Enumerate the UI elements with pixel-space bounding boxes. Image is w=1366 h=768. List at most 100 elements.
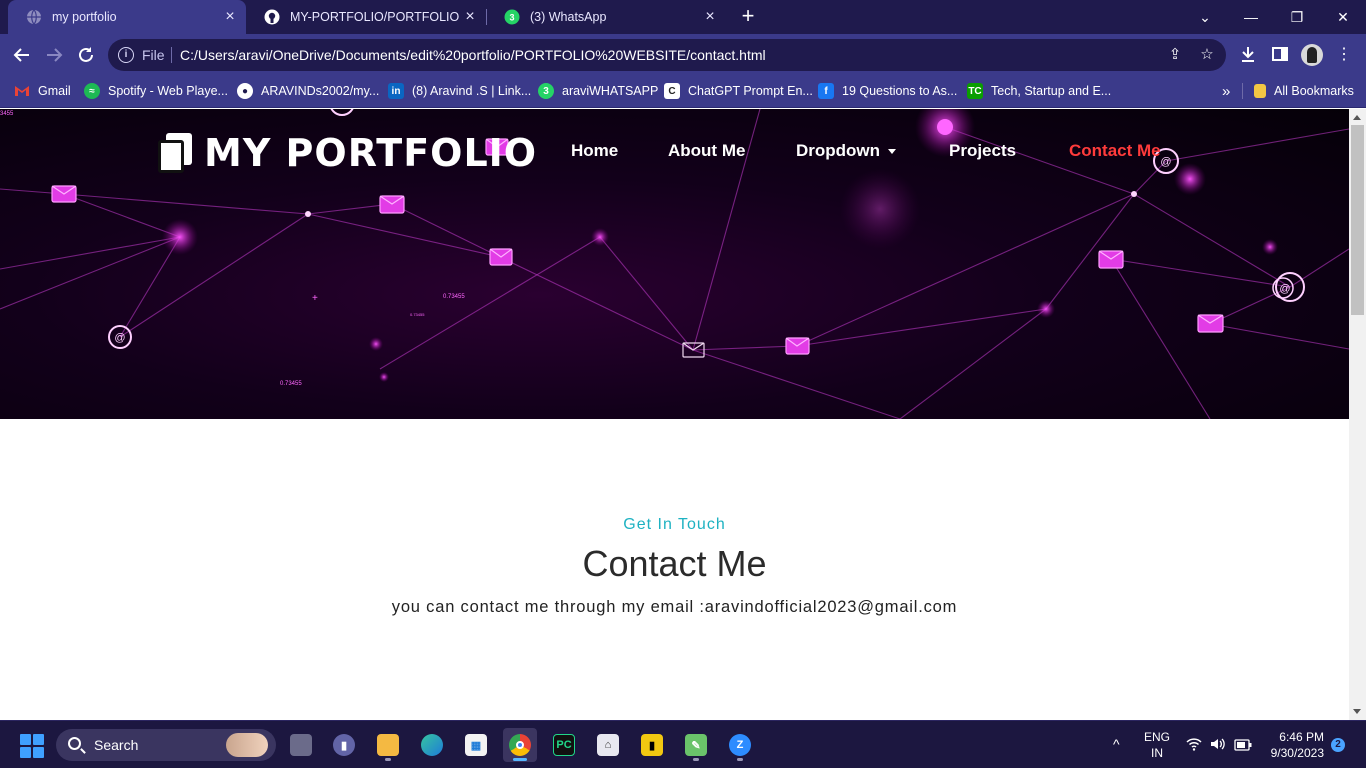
cleaner-app-icon[interactable]: ⌂ [591,728,625,762]
nav-about-me[interactable]: About Me [668,141,745,161]
new-tab-button[interactable]: + [738,5,758,27]
whatsapp-icon: 3 [504,9,520,25]
taskbar-search[interactable]: Search [56,729,276,761]
language-region: IN [1151,746,1163,760]
whatsapp-icon: 3 [538,83,554,99]
bookmark-linkedin[interactable]: in (8) Aravind .S | Link... [388,76,531,106]
all-bookmarks-label: All Bookmarks [1274,84,1354,98]
hero-label: 0.73455 [280,381,302,387]
bookmark-gmail[interactable]: Gmail [14,76,71,106]
side-panel-icon[interactable] [1270,45,1290,65]
scroll-thumb[interactable] [1351,125,1364,315]
svg-text:3: 3 [509,13,514,23]
tab-title: MY-PORTFOLIO/PORTFOLIO WE [290,10,460,24]
bookmark-techcrunch[interactable]: TC Tech, Startup and E... [967,76,1111,106]
techcrunch-icon: TC [967,83,983,99]
language-indicator[interactable]: ENG IN [1144,730,1170,760]
notification-badge[interactable]: 2 [1331,738,1345,752]
github-icon [264,9,280,25]
bookmark-label: ARAVINDs2002/my... [261,84,380,98]
chrome-icon[interactable] [503,728,537,762]
notepad-icon[interactable]: ✎ [679,728,713,762]
scroll-up-arrow-icon[interactable] [1353,115,1361,120]
omnibox-separator [171,47,172,63]
search-label: Search [94,737,139,753]
bookmark-github[interactable]: ● ARAVINDs2002/my... [237,76,379,106]
bookmark-spotify[interactable]: ≈ Spotify - Web Playe... [84,76,228,106]
bookmarks-overflow-button[interactable]: » [1222,76,1230,106]
volume-icon[interactable] [1210,737,1226,754]
microsoft-store-icon[interactable]: ▦ [459,728,493,762]
page-scrollbar[interactable] [1349,109,1366,720]
bookmark-star-icon[interactable]: ☆ [1198,46,1216,64]
github-icon: ● [237,83,253,99]
scroll-down-arrow-icon[interactable] [1353,709,1361,714]
site-info-icon[interactable]: i [118,47,134,63]
url-text[interactable]: C:/Users/aravi/OneDrive/Documents/edit%2… [180,47,766,63]
file-explorer-icon[interactable] [371,728,405,762]
bookmark-label: araviWHATSAPP [562,84,659,98]
close-tab-icon[interactable]: × [222,9,238,25]
more-menu-icon[interactable]: ⋮ [1334,45,1354,65]
close-tab-icon[interactable]: × [702,9,718,25]
all-bookmarks-button[interactable]: All Bookmarks [1254,76,1354,106]
caret-down-icon [888,149,897,155]
bookmark-facebook[interactable]: f 19 Questions to As... [818,76,957,106]
spotify-icon: ≈ [84,83,100,99]
plus-mark: + [312,293,318,304]
reload-icon[interactable] [74,43,98,67]
battery-icon[interactable] [1234,738,1252,754]
facebook-icon: f [818,83,834,99]
gmail-icon [14,83,30,99]
tab-strip: my portfolio × MY-PORTFOLIO/PORTFOLIO WE… [0,0,1366,34]
browser-toolbar: i File C:/Users/aravi/OneDrive/Documents… [0,34,1366,76]
bookmark-chatgpt[interactable]: C ChatGPT Prompt En... [664,76,813,106]
minimize-button[interactable]: — [1228,0,1274,34]
nav-projects[interactable]: Projects [949,141,1016,161]
close-window-button[interactable]: ✕ [1320,0,1366,34]
power-bi-icon[interactable]: ▮ [635,728,669,762]
forward-arrow-icon[interactable] [42,43,66,67]
pycharm-icon[interactable]: PC [547,728,581,762]
close-tab-icon[interactable]: × [462,9,478,25]
tab-title: (3) WhatsApp [530,10,607,24]
task-view-icon[interactable] [284,728,318,762]
edge-browser-icon[interactable] [415,728,449,762]
nav-dropdown[interactable]: Dropdown [796,141,897,161]
page-viewport: @ @ @ 0.73455 0.73455 0.73455 3455 + MY … [0,109,1349,720]
address-bar[interactable]: i File C:/Users/aravi/OneDrive/Documents… [108,39,1226,71]
windows-start-icon[interactable] [20,734,44,758]
profile-avatar[interactable] [1301,44,1323,66]
search-highlight-image [226,733,268,757]
share-icon[interactable]: ⇪ [1166,46,1184,64]
tab-github[interactable]: MY-PORTFOLIO/PORTFOLIO WE × [246,0,486,34]
restore-button[interactable]: ❐ [1274,0,1320,34]
bookmark-label: (8) Aravind .S | Link... [412,84,532,98]
os-taskbar: Search ▮ ▦ PC ⌂ ▮ ✎ Z ^ ENG IN 6:46 PM 9… [0,720,1366,768]
svg-text:@: @ [1279,283,1290,295]
tab-whatsapp[interactable]: 3 (3) WhatsApp × [486,0,726,34]
clock[interactable]: 6:46 PM 9/30/2023 [1268,730,1324,760]
section-eyebrow: Get In Touch [623,516,726,533]
scheme-label: File [142,47,165,63]
hero-label: 0.73455 [410,312,425,317]
nav-contact-me[interactable]: Contact Me [1069,141,1161,161]
clock-time: 6:46 PM [1279,730,1324,744]
chevron-up-icon[interactable]: ^ [1113,736,1120,752]
bookmark-separator [1242,76,1243,106]
teams-chat-icon[interactable]: ▮ [327,728,361,762]
wifi-icon[interactable] [1186,737,1202,754]
nav-home[interactable]: Home [571,141,618,161]
hero-banner: @ @ @ 0.73455 0.73455 0.73455 3455 + MY … [0,109,1349,419]
nav-dropdown-label: Dropdown [796,141,881,160]
zoom-icon[interactable]: Z [723,728,757,762]
contact-section: Get In Touch Contact Me you can contact … [0,419,1349,720]
back-arrow-icon[interactable] [10,43,34,67]
bookmark-whatsapp[interactable]: 3 araviWHATSAPP [538,76,658,106]
tab-my-portfolio[interactable]: my portfolio × [8,0,246,34]
download-icon[interactable] [1238,45,1258,65]
clock-date: 9/30/2023 [1270,746,1324,760]
tab-title: my portfolio [52,10,117,24]
language-code: ENG [1144,730,1171,744]
tab-search-icon[interactable]: ⌄ [1182,0,1228,34]
